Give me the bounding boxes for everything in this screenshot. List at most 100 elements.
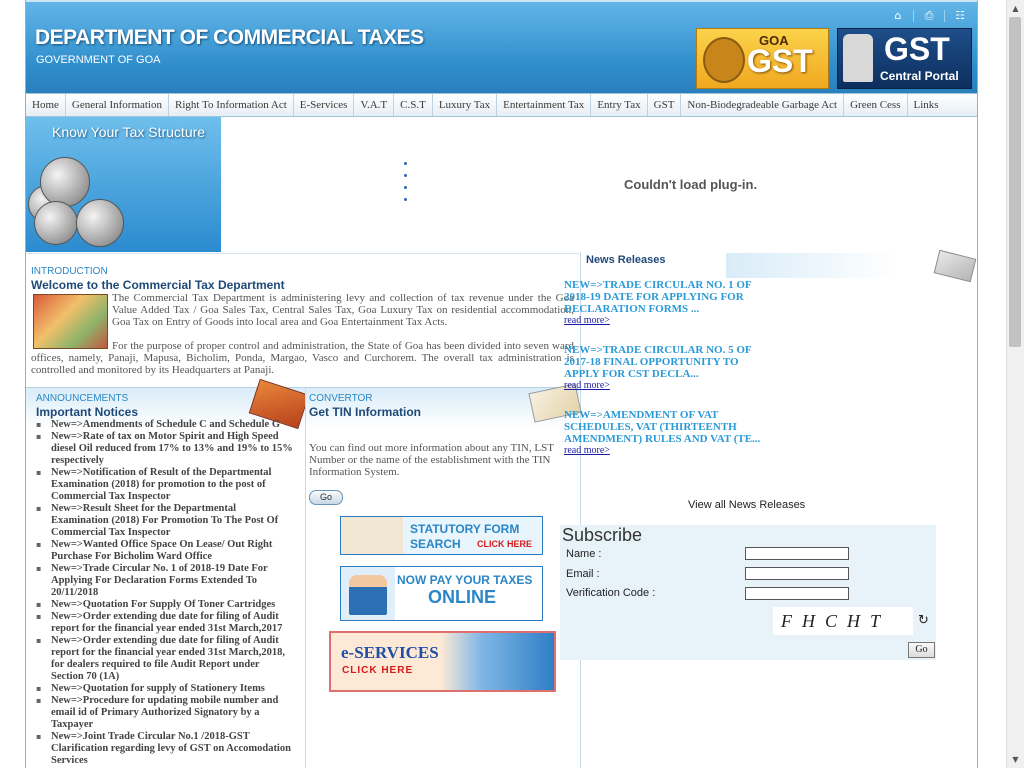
goa-gst-logo[interactable]: GOA GST [696,28,829,89]
announcements-section: ANNOUNCEMENTS Important Notices New=>Ame… [26,378,310,769]
pay-taxes-online-banner[interactable]: NOW PAY YOUR TAXES ONLINE [340,566,543,621]
introduction-section: INTRODUCTION Welcome to the Commercial T… [26,253,579,387]
news-headline[interactable]: NEW=>TRADE CIRCULAR NO. 1 OF 2018-19 DAT… [564,279,764,315]
coin-icon [34,201,78,245]
notice-item[interactable]: New=>Order extending due date for filing… [36,635,294,683]
news-headline[interactable]: NEW=>TRADE CIRCULAR NO. 5 OF 2017-18 FIN… [564,344,764,380]
notice-item[interactable]: New=>Wanted Office Space On Lease/ Out R… [36,539,294,563]
view-all-news-link[interactable]: View all News Releases [688,499,805,511]
tin-go-button[interactable]: Go [309,490,343,505]
convertor-section: CONVERTOR Get TIN Information You can fi… [306,383,582,769]
slide-dot[interactable] [404,174,407,177]
news-item: NEW=>TRADE CIRCULAR NO. 5 OF 2017-18 FIN… [564,344,764,392]
news-item: NEW=>AMENDMENT OF VAT SCHEDULES, VAT (TH… [564,409,764,457]
know-your-tax-banner[interactable]: Know Your Tax Structure [26,117,221,252]
intro-label: INTRODUCTION [31,266,108,277]
notice-item[interactable]: New=>Joint Trade Circular No.1 /2018-GST… [36,731,294,767]
eservices-click-here: CLICK HERE [342,665,414,676]
verification-code-input[interactable] [745,587,849,600]
main-nav: Home General Information Right To Inform… [26,93,977,117]
nav-green-cess[interactable]: Green Cess [844,94,908,116]
nav-vat[interactable]: V.A.T [354,94,395,116]
name-input[interactable] [745,547,849,560]
verification-code-label: Verification Code : [566,587,656,599]
statutory-line-1: STATUTORY FORM [410,522,520,536]
name-label: Name : [566,548,602,560]
pay-line-2: ONLINE [428,587,497,607]
nav-luxury-tax[interactable]: Luxury Tax [433,94,498,116]
national-emblem-icon [843,34,873,82]
icon-separator [944,10,945,22]
sitemap-icon[interactable]: ☷ [953,10,967,22]
read-more-link[interactable]: read more> [564,380,764,392]
notice-item[interactable]: New=>Trade Circular No. 1 of 2018-19 Dat… [36,563,294,599]
statutory-line-2: SEARCH [410,537,461,551]
nav-home[interactable]: Home [26,94,66,116]
slideshow-dots [404,162,407,210]
notice-item[interactable]: New=>Result Sheet for the Departmental E… [36,503,294,539]
pay-line-1: NOW PAY YOUR TAXES [397,573,533,587]
goa-gst-big: GST [747,43,813,79]
intro-paragraph-1: The Commercial Tax Department is adminis… [112,292,574,328]
scroll-down-icon[interactable]: ▼ [1007,751,1024,768]
nav-entertainment-tax[interactable]: Entertainment Tax [497,94,592,116]
subscribe-form: Subscribe Name : Email : Verification Co… [560,525,936,660]
notice-item[interactable]: New=>Quotation for supply of Stationery … [36,683,294,695]
nav-general-information[interactable]: General Information [66,94,169,116]
news-title: News Releases [586,254,666,266]
notices-list: New=>Amendments of Schedule C and Schedu… [36,419,294,767]
icon-separator [913,10,914,22]
vertical-scrollbar[interactable]: ▲ ▼ [1006,0,1024,768]
tin-description: You can find out more information about … [309,442,554,478]
e-services-banner[interactable]: e-SERVICES CLICK HERE [329,631,556,692]
convertor-label: CONVERTOR [309,393,373,404]
read-more-link[interactable]: read more> [564,315,764,327]
person-icon [349,575,387,615]
plugin-error-message: Couldn't load plug-in. [624,177,758,192]
subscribe-title: Subscribe [562,525,643,545]
notice-item[interactable]: New=>Quotation For Supply Of Toner Cartr… [36,599,294,611]
read-more-link[interactable]: read more> [564,445,764,457]
slide-dot[interactable] [404,162,407,165]
slide-dot[interactable] [404,198,407,201]
convertor-title: Get TIN Information [309,405,421,419]
statutory-form-search-banner[interactable]: STATUTORY FORM SEARCH CLICK HERE [340,516,543,555]
notice-item[interactable]: New=>Procedure for updating mobile numbe… [36,695,294,731]
news-headline[interactable]: NEW=>AMENDMENT OF VAT SCHEDULES, VAT (TH… [564,409,764,445]
intro-paragraph-2: For the purpose of proper control and ad… [31,340,574,376]
department-title: DEPARTMENT OF COMMERCIAL TAXES [35,26,424,49]
scroll-up-icon[interactable]: ▲ [1007,0,1024,17]
scroll-thumb[interactable] [1009,17,1021,347]
nav-e-services[interactable]: E-Services [294,94,355,116]
notice-item[interactable]: New=>Order extending due date for filing… [36,611,294,635]
central-gst-small: Central Portal [880,69,959,83]
announcements-label: ANNOUNCEMENTS [36,393,129,404]
banner-title: Know Your Tax Structure [52,124,206,140]
coin-icon [40,157,90,207]
newspaper-icon [933,249,977,283]
coin-icon [76,199,124,247]
slide-dot[interactable] [404,186,407,189]
announcements-title: Important Notices [36,405,139,419]
central-gst-portal-logo[interactable]: GST Central Portal [837,28,972,89]
site-header: DEPARTMENT OF COMMERCIAL TAXES GOVERNMEN… [26,0,977,94]
nav-garbage-act[interactable]: Non-Biodegradeable Garbage Act [681,94,845,116]
news-releases-header: News Releases [581,249,977,283]
nav-cst[interactable]: C.S.T [394,94,433,116]
print-icon[interactable]: ⎙ [922,10,936,22]
goa-seal-icon [703,37,745,83]
subscribe-go-button[interactable]: Go [908,642,935,658]
refresh-captcha-icon[interactable]: ↻ [918,613,929,628]
notice-item[interactable]: New=>Notification of Result of the Depar… [36,467,294,503]
notice-item[interactable]: New=>Rate of tax on Motor Spirit and Hig… [36,431,294,467]
nav-rti-act[interactable]: Right To Information Act [169,94,294,116]
home-icon[interactable]: ⌂ [891,10,905,22]
department-subtitle: GOVERNMENT OF GOA [36,54,161,66]
news-item: NEW=>TRADE CIRCULAR NO. 1 OF 2018-19 DAT… [564,279,764,327]
header-icons: ⌂ ⎙ ☷ [891,10,967,22]
nav-entry-tax[interactable]: Entry Tax [591,94,648,116]
nav-gst[interactable]: GST [648,94,682,116]
notice-item[interactable]: New=>Amendments of Schedule C and Schedu… [36,419,294,431]
nav-links[interactable]: Links [908,94,945,116]
email-input[interactable] [745,567,849,580]
